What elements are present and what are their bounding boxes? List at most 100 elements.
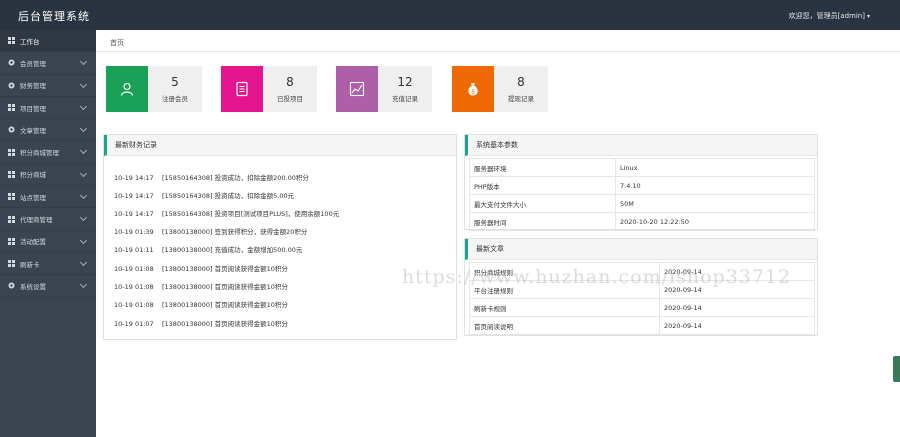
sidebar-item-shop[interactable]: 积分商城 [0, 164, 96, 187]
stat-label: 充值记录 [392, 95, 418, 103]
sidebar-item-label: 项目管理 [20, 104, 46, 113]
chart-icon [349, 81, 365, 97]
record-time: 10-19 01:07 [114, 320, 154, 328]
article-title[interactable]: 首页阅读说明 [469, 316, 660, 335]
table-row: 最大支付文件大小 50M [469, 194, 815, 213]
stat-value: 8 [517, 75, 525, 89]
grid-icon [8, 215, 15, 223]
record-text: [13800138000] 签到获得积分，获得金额20积分 [162, 228, 308, 236]
stat-card-withdraw[interactable]: $ 8 提现记录 [452, 66, 548, 112]
gear-icon [8, 282, 15, 289]
stat-card-members[interactable]: 5 注册会员 [106, 66, 202, 112]
table-cell-key: PHP版本 [469, 176, 616, 195]
sidebar-item-site[interactable]: 站点管理 [0, 186, 96, 209]
grid-icon [8, 104, 15, 112]
record-time: 10-19 01:08 [114, 301, 154, 309]
table-cell-value: 2020-10-20 12:22:50 [615, 212, 815, 231]
stat-label: 已投项目 [277, 95, 303, 103]
system-info-table: 服务器环境 Linux PHP版本 7.4.10 最大支付文件大小 50M 服务器时间… [469, 158, 815, 231]
record-text: [15850164308] 投资成功，扣除金额200.00积分 [162, 174, 309, 182]
table-cell-value: 50M [615, 194, 815, 213]
article-date: 2020-09-14 [659, 298, 815, 317]
sidebar-item-label: 积分商城 [20, 171, 46, 180]
record-time: 10-19 01:08 [114, 265, 154, 273]
chevron-down-icon [79, 102, 88, 110]
stat-icon-box [221, 66, 263, 112]
chevron-down-icon [79, 192, 88, 200]
breadcrumb-home[interactable]: 首页 [110, 39, 124, 47]
sidebar-item-refresh-card[interactable]: 刷新卡 [0, 253, 96, 276]
sidebar-item-dashboard[interactable]: 工作台 [0, 30, 96, 53]
user-icon [120, 82, 134, 96]
list-item: 10-19 01:08 [13800138000] 首页阅读获得金额10积分 [114, 281, 288, 291]
sidebar-item-activities[interactable]: 活动配置 [0, 231, 96, 253]
chevron-down-icon [79, 147, 88, 155]
sidebar-item-agents[interactable]: 代理商管理 [0, 208, 96, 231]
stat-card-projects[interactable]: 8 已投项目 [221, 66, 317, 112]
gear-icon [8, 126, 15, 133]
table-row[interactable]: 首页阅读说明 2020-09-14 [469, 316, 815, 335]
stat-value: 5 [171, 75, 179, 89]
table-cell-value: Linux [615, 158, 815, 177]
chevron-down-icon [79, 281, 88, 289]
panel-title: 最新财务记录 [104, 135, 456, 156]
sidebar-item-label: 刷新卡 [20, 260, 40, 269]
list-item: 10-19 01:39 [13800138000] 签到获得积分，获得金额20积分 [114, 226, 307, 236]
record-text: [13800138000] 充值成功，金额增加500.00元 [162, 246, 303, 254]
sidebar-item-label: 站点管理 [20, 193, 46, 202]
sidebar: 工作台 会员管理 财务管理 项目管理 文章管理 积分商城管理 积分商城 站点管理… [0, 30, 96, 437]
record-text: [13800138000] 首页阅读获得金额10积分 [162, 301, 288, 309]
list-item: 10-19 01:08 [13800138000] 首页阅读获得金额10积分 [114, 263, 288, 273]
stat-label: 注册会员 [162, 95, 188, 103]
article-date: 2020-09-14 [659, 316, 815, 335]
article-title[interactable]: 刷新卡规则 [469, 298, 660, 317]
chevron-down-icon [79, 58, 88, 66]
finance-panel: 最新财务记录 10-19 14:17 [15850164308] 投资成功，扣除金… [103, 134, 457, 340]
sidebar-item-label: 财务管理 [20, 82, 46, 91]
sidebar-item-shop-admin[interactable]: 积分商城管理 [0, 141, 96, 164]
sidebar-item-label: 系统设置 [20, 282, 46, 291]
list-item: 10-19 01:08 [13800138000] 首页阅读获得金额10积分 [114, 299, 288, 309]
chevron-down-icon: ▾ [866, 13, 870, 20]
top-bar: 后台管理系统 欢迎您，管理员[admin] ▾ [0, 0, 900, 30]
grid-icon [8, 148, 15, 156]
system-info-panel: 系统基本参数 服务器环境 Linux PHP版本 7.4.10 最大支付文件大小 50… [464, 134, 818, 231]
table-cell-value: 7.4.10 [615, 176, 815, 195]
sidebar-item-label: 文章管理 [20, 126, 46, 135]
chevron-down-icon [79, 236, 88, 244]
stat-value: 8 [286, 75, 294, 89]
record-time: 10-19 01:08 [114, 283, 154, 291]
list-item: 10-19 01:07 [13800138000] 首页阅读获得金额10积分 [114, 318, 288, 328]
sidebar-item-settings[interactable]: 系统设置 [0, 275, 96, 298]
sidebar-item-projects[interactable]: 项目管理 [0, 97, 96, 120]
chevron-down-icon [79, 258, 88, 267]
stat-icon-box: $ [452, 66, 494, 112]
table-row: 服务器环境 Linux [469, 158, 815, 177]
record-time: 10-19 14:17 [114, 210, 154, 218]
sidebar-item-label: 代理商管理 [20, 216, 53, 225]
side-panel-handle[interactable] [893, 356, 900, 382]
sidebar-item-articles[interactable]: 文章管理 [0, 119, 96, 142]
list-item: 10-19 14:17 [15850164308] 投资成功，扣除金额200.00… [114, 172, 309, 182]
sidebar-item-label: 工作台 [20, 37, 40, 46]
sidebar-item-label: 会员管理 [20, 59, 46, 68]
chevron-down-icon [79, 169, 88, 177]
stat-card-recharge[interactable]: 12 充值记录 [336, 66, 432, 112]
table-row: PHP版本 7.4.10 [469, 176, 815, 195]
panel-title: 系统基本参数 [465, 135, 817, 156]
table-cell-key: 服务器时间 [469, 212, 616, 231]
document-icon [236, 81, 248, 97]
user-greeting: 欢迎您，管理员[admin] [788, 12, 865, 20]
money-bag-icon: $ [468, 83, 478, 96]
table-row[interactable]: 刷新卡规则 2020-09-14 [469, 298, 815, 317]
sidebar-item-members[interactable]: 会员管理 [0, 52, 96, 75]
user-menu[interactable]: 欢迎您，管理员[admin] ▾ [789, 11, 870, 21]
sidebar-item-finance[interactable]: 财务管理 [0, 75, 96, 97]
grid-icon [8, 170, 15, 178]
list-item: 10-19 14:17 [15850164308] 投资成功，扣除金额5.00元 [114, 190, 294, 200]
record-time: 10-19 14:17 [114, 174, 154, 182]
panel-title: 最新文章 [465, 239, 817, 260]
stat-value: 12 [397, 75, 413, 89]
gear-icon [8, 59, 15, 66]
dashboard-icon [8, 37, 15, 45]
